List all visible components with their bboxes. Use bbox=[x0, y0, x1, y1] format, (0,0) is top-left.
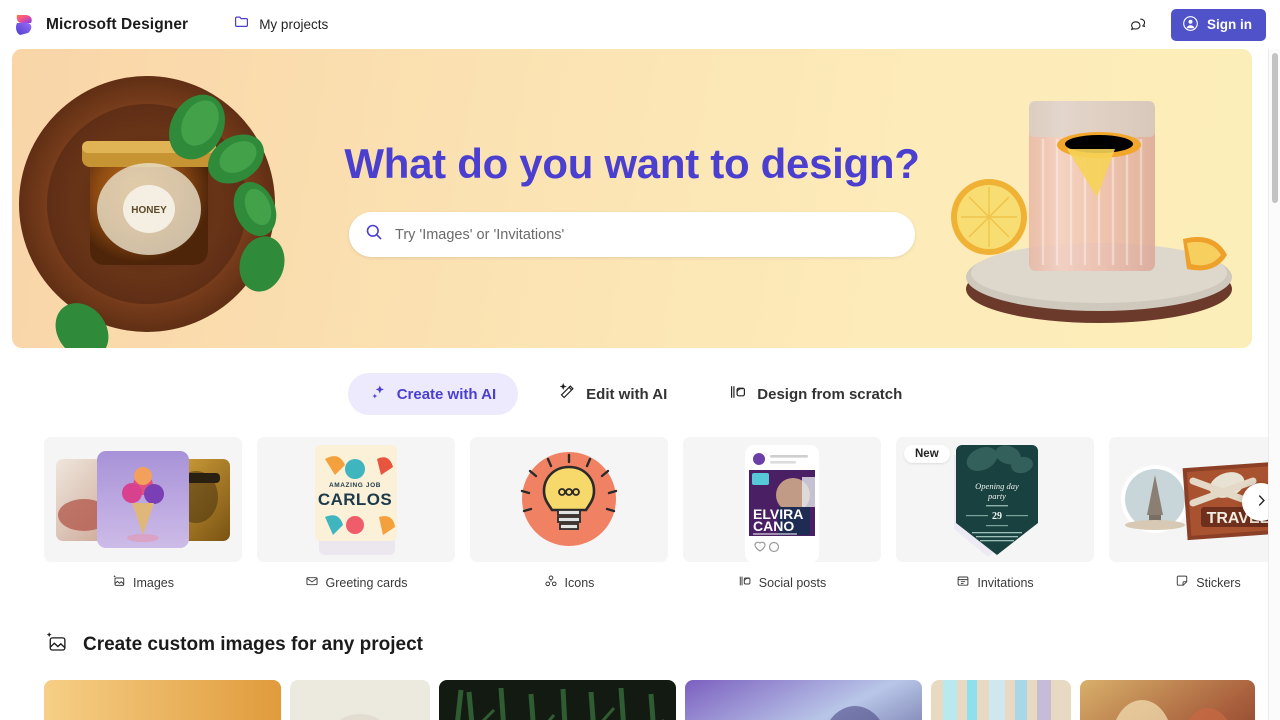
sparkle-icon bbox=[370, 384, 387, 405]
brand-name: Microsoft Designer bbox=[46, 15, 189, 33]
category-label-text: Social posts bbox=[758, 575, 827, 590]
category-label-social-posts: Social posts bbox=[683, 574, 881, 591]
chevron-right-icon bbox=[1254, 493, 1269, 511]
category-card-greeting-cards[interactable]: AMAZING JOB CARLOS Greeting cards bbox=[257, 437, 455, 602]
hero-content: What do you want to design? bbox=[12, 49, 1252, 348]
category-label-icons: Icons bbox=[470, 574, 668, 591]
tab-create-with-ai[interactable]: Create with AI bbox=[347, 373, 519, 415]
page-scroll-area: HONEY What do you want to design? Try 'I… bbox=[0, 49, 1272, 720]
category-label-text: Icons bbox=[564, 575, 595, 590]
search-icon bbox=[365, 223, 383, 246]
gallery-item[interactable] bbox=[44, 680, 281, 720]
category-label-invitations: Invitations bbox=[896, 574, 1094, 591]
vertical-scrollbar[interactable] bbox=[1268, 49, 1280, 720]
search-bar[interactable] bbox=[349, 212, 915, 257]
svg-text:CANO: CANO bbox=[753, 518, 794, 534]
social-post-icon bbox=[738, 574, 752, 591]
category-thumb-greeting-cards[interactable]: AMAZING JOB CARLOS bbox=[257, 437, 455, 562]
category-thumb-icons[interactable] bbox=[470, 437, 668, 562]
image-sparkle-icon bbox=[112, 574, 126, 591]
category-thumb-social-posts[interactable]: ELVIRA CANO bbox=[683, 437, 881, 562]
sign-in-label: Sign in bbox=[1207, 17, 1252, 32]
category-label-text: Stickers bbox=[1196, 575, 1241, 590]
category-label-text: Images bbox=[133, 575, 174, 590]
invitation-icon bbox=[956, 574, 970, 591]
image-sparkle-icon bbox=[44, 630, 69, 660]
category-label-text: Invitations bbox=[977, 575, 1034, 590]
status-badge-new: New bbox=[904, 445, 950, 463]
gallery-item[interactable] bbox=[1080, 680, 1255, 720]
tab-design-from-scratch-label: Design from scratch bbox=[757, 385, 903, 403]
person-circle-icon bbox=[1182, 15, 1199, 35]
tab-create-with-ai-label: Create with AI bbox=[396, 385, 497, 403]
shapes-icon bbox=[729, 383, 747, 405]
feedback-icon[interactable] bbox=[1123, 9, 1155, 41]
category-card-images[interactable]: Images bbox=[44, 437, 242, 602]
section-title: Create custom images for any project bbox=[83, 634, 423, 655]
category-card-stickers[interactable]: TRAVEL Stickers bbox=[1109, 437, 1272, 602]
envelope-icon bbox=[305, 574, 319, 591]
scrollbar-thumb[interactable] bbox=[1272, 53, 1278, 203]
sign-in-button[interactable]: Sign in bbox=[1171, 8, 1266, 41]
category-card-invitations[interactable]: New Opening day party 29 Invitations bbox=[896, 437, 1094, 602]
section-header-custom-images: Create custom images for any project bbox=[44, 630, 1272, 660]
svg-text:CARLOS: CARLOS bbox=[318, 490, 392, 509]
designer-logo-icon bbox=[14, 14, 36, 36]
svg-text:Opening day: Opening day bbox=[975, 481, 1019, 491]
icons-icon bbox=[544, 574, 558, 591]
gallery-item[interactable] bbox=[290, 680, 430, 720]
category-label-stickers: Stickers bbox=[1109, 574, 1272, 591]
tab-design-from-scratch[interactable]: Design from scratch bbox=[707, 373, 924, 415]
top-bar: Microsoft Designer My projects Sign in bbox=[0, 0, 1280, 49]
category-card-social-posts[interactable]: ELVIRA CANO Social posts bbox=[683, 437, 881, 602]
category-label-images: Images bbox=[44, 574, 242, 591]
top-bar-actions: Sign in bbox=[1123, 8, 1266, 41]
nav-my-projects-label: My projects bbox=[259, 17, 329, 32]
svg-text:29: 29 bbox=[992, 511, 1002, 522]
sticker-icon bbox=[1175, 574, 1189, 591]
category-thumb-invitations[interactable]: New Opening day party 29 bbox=[896, 437, 1094, 562]
brand[interactable]: Microsoft Designer bbox=[14, 14, 188, 36]
page-title: What do you want to design? bbox=[344, 140, 920, 187]
category-carousel: Images AMAZING JOB CARLOS Greeting cards… bbox=[0, 437, 1272, 602]
gallery-item[interactable] bbox=[685, 680, 922, 720]
svg-text:party: party bbox=[987, 491, 1006, 501]
image-gallery bbox=[44, 680, 1272, 720]
nav-my-projects[interactable]: My projects bbox=[224, 8, 338, 41]
search-input[interactable] bbox=[395, 226, 897, 243]
category-label-greeting-cards: Greeting cards bbox=[257, 574, 455, 591]
tab-edit-with-ai[interactable]: Edit with AI bbox=[536, 373, 689, 415]
folder-icon bbox=[234, 14, 250, 35]
tab-edit-with-ai-label: Edit with AI bbox=[586, 385, 668, 403]
gallery-item[interactable] bbox=[931, 680, 1071, 720]
mode-tabs: Create with AI Edit with AI Design from … bbox=[0, 373, 1272, 415]
category-thumb-images[interactable] bbox=[44, 437, 242, 562]
category-label-text: Greeting cards bbox=[325, 575, 408, 590]
hero-banner: HONEY What do you want to design? Try 'I… bbox=[12, 49, 1252, 348]
svg-text:AMAZING JOB: AMAZING JOB bbox=[329, 482, 381, 489]
category-card-icons[interactable]: Icons bbox=[470, 437, 668, 602]
magic-wand-icon bbox=[558, 383, 576, 405]
gallery-item[interactable] bbox=[439, 680, 676, 720]
